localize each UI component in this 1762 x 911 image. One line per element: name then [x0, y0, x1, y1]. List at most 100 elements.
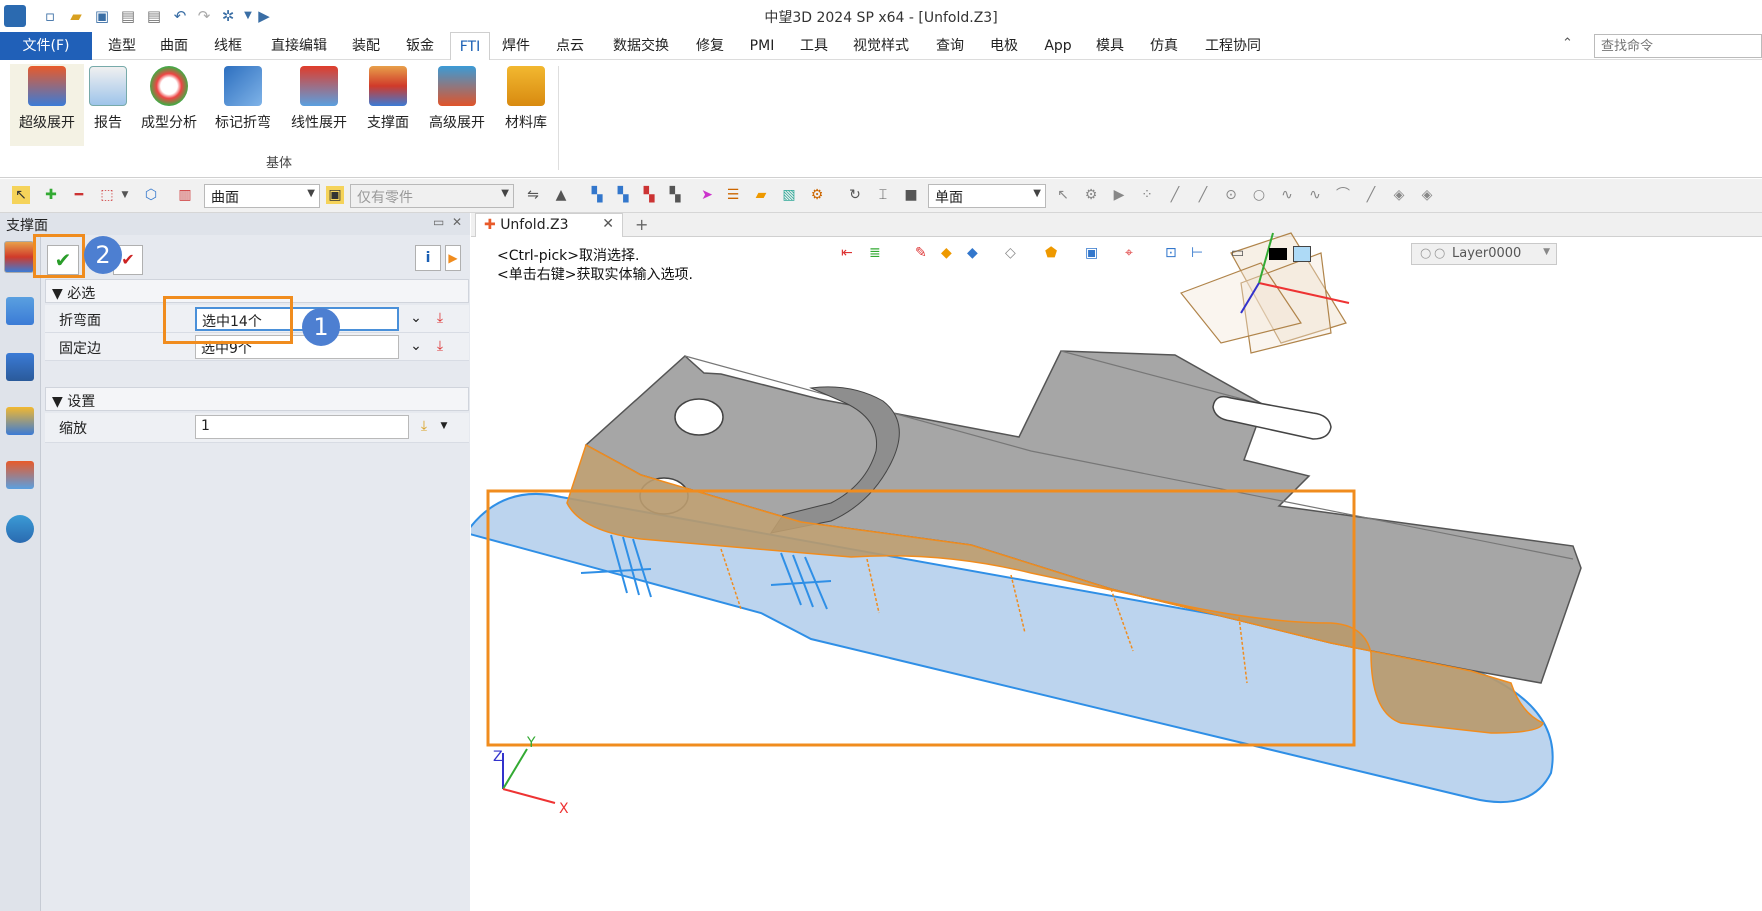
play-circle-icon[interactable]: ▶: [1110, 186, 1128, 204]
tab-direct-edit[interactable]: 直接编辑: [264, 32, 334, 60]
stop-icon[interactable]: ■: [902, 186, 920, 204]
scale-stepper[interactable]: 1: [195, 415, 409, 439]
point-circle-icon[interactable]: ⊙: [1222, 186, 1240, 204]
pick-filter-icon[interactable]: ⤓: [431, 309, 449, 327]
scope-select[interactable]: 仅有零件 ▼: [350, 184, 514, 208]
box-select-dropdown-icon[interactable]: ▼: [116, 186, 134, 204]
line-icon[interactable]: ╱: [1166, 186, 1184, 204]
settings-section-header[interactable]: ▼ 设置: [45, 387, 469, 411]
arc-icon[interactable]: ⌒: [1334, 186, 1352, 204]
part-view-icon[interactable]: [6, 407, 34, 435]
curve-icon[interactable]: ∿: [1278, 186, 1296, 204]
assembly-tree-icon[interactable]: [6, 353, 34, 381]
collapse-ribbon-icon[interactable]: ⌃: [1562, 36, 1573, 51]
minimize-icon[interactable]: ▭: [433, 215, 444, 229]
tab-fti[interactable]: FTI: [450, 32, 490, 60]
double-chevron-down-icon[interactable]: ⌄: [407, 309, 425, 327]
pen-icon[interactable]: ╱: [1362, 186, 1380, 204]
display-icon[interactable]: ▭: [1231, 245, 1244, 261]
filter-icon[interactable]: ▥: [176, 186, 194, 204]
select-pointer-icon[interactable]: ↖: [12, 186, 30, 204]
tab-simulation[interactable]: 仿真: [1144, 32, 1184, 60]
material-library-button[interactable]: 材料库: [500, 64, 552, 146]
explode-icon[interactable]: ⬟: [1045, 245, 1057, 261]
wire-cube-icon[interactable]: ◇: [1005, 245, 1016, 261]
tab-pmi[interactable]: PMI: [742, 32, 782, 60]
settings-icon[interactable]: ⚙: [808, 186, 826, 204]
file-menu[interactable]: 文件(F): [0, 32, 92, 60]
box-select-icon[interactable]: ⬚: [98, 186, 116, 204]
view-mode-select[interactable]: 单面 ▼: [928, 184, 1046, 208]
command-search-input[interactable]: [1594, 34, 1762, 58]
back-icon[interactable]: ⇤: [841, 245, 853, 261]
tab-assembly[interactable]: 装配: [346, 32, 386, 60]
render-icon[interactable]: ▣: [1085, 245, 1098, 261]
layer-select[interactable]: ○ ○ Layer0000 ▼: [1411, 243, 1557, 265]
layers-icon[interactable]: ≣: [869, 245, 881, 261]
tab-visual-style[interactable]: 视觉样式: [846, 32, 916, 60]
cursor-icon[interactable]: ↖: [1054, 186, 1072, 204]
report-button[interactable]: 报告: [86, 64, 130, 146]
info-button[interactable]: i: [415, 245, 441, 271]
select-tool-2-icon[interactable]: ▚: [614, 186, 632, 204]
lock-icon[interactable]: ▲: [552, 186, 570, 204]
close-icon[interactable]: ✕: [452, 215, 462, 229]
mark-bend-button[interactable]: 标记折弯: [210, 64, 276, 146]
face-color-swatch[interactable]: [1293, 246, 1311, 262]
chevron-down-icon[interactable]: ▼: [435, 417, 453, 435]
picture-icon[interactable]: [6, 461, 34, 489]
image-icon[interactable]: ▧: [780, 186, 798, 204]
variable-icon[interactable]: ⤓: [415, 417, 433, 435]
rotate-icon[interactable]: ↻: [846, 186, 864, 204]
segment-icon[interactable]: ╱: [1194, 186, 1212, 204]
pick-filter-icon[interactable]: ⤓: [431, 337, 449, 355]
advanced-unfold-button[interactable]: 高级展开: [424, 64, 490, 146]
fit-icon[interactable]: ⌶: [874, 186, 892, 204]
tab-electrode[interactable]: 电极: [984, 32, 1024, 60]
zoom-fit-icon[interactable]: ⊡: [1165, 245, 1177, 261]
pencil-icon[interactable]: ✎: [915, 245, 927, 261]
lasso-icon[interactable]: ⬡: [142, 186, 160, 204]
tab-repair[interactable]: 修复: [690, 32, 730, 60]
user-icon[interactable]: [6, 515, 34, 543]
part-scope-icon[interactable]: ▣: [326, 186, 344, 204]
add-icon[interactable]: ✚: [42, 186, 60, 204]
remove-icon[interactable]: ━: [70, 186, 88, 204]
3d-viewport[interactable]: Z Y X: [471, 213, 1762, 911]
solid-cube-icon[interactable]: ◆: [967, 245, 978, 261]
expand-panel-icon[interactable]: ▶: [445, 245, 461, 271]
select-tool-1-icon[interactable]: ▚: [588, 186, 606, 204]
linear-unfold-button[interactable]: 线性展开: [286, 64, 352, 146]
pick-icon[interactable]: ➤: [698, 186, 716, 204]
history-tree-icon[interactable]: [6, 297, 34, 325]
shaded-cube-icon[interactable]: ◆: [941, 245, 952, 261]
layer-stack-2-icon[interactable]: ◈: [1418, 186, 1436, 204]
tab-query[interactable]: 查询: [930, 32, 970, 60]
tab-surface[interactable]: 曲面: [154, 32, 194, 60]
support-face-tab-icon[interactable]: [4, 241, 34, 273]
support-face-button[interactable]: 支撑面: [362, 64, 414, 146]
target-icon[interactable]: ⌖: [1125, 245, 1133, 261]
snap-icon[interactable]: ⇋: [524, 186, 542, 204]
tab-collaboration[interactable]: 工程协同: [1198, 32, 1268, 60]
tab-weldment[interactable]: 焊件: [496, 32, 536, 60]
forming-analysis-button[interactable]: 成型分析: [136, 64, 202, 146]
tab-app[interactable]: App: [1038, 32, 1078, 60]
circle-icon[interactable]: ○: [1250, 186, 1268, 204]
folder-icon[interactable]: ▰: [752, 186, 770, 204]
spline-icon[interactable]: ∿: [1306, 186, 1324, 204]
list-icon[interactable]: ☰: [724, 186, 742, 204]
measure-icon[interactable]: ⊢: [1191, 245, 1203, 261]
gear-select-icon[interactable]: ⚙: [1082, 186, 1100, 204]
filter-select[interactable]: 曲面 ▼: [204, 184, 320, 208]
tab-tools[interactable]: 工具: [794, 32, 834, 60]
tab-sheet-metal[interactable]: 钣金: [400, 32, 440, 60]
points-icon[interactable]: ⁘: [1138, 186, 1156, 204]
tab-point-cloud[interactable]: 点云: [550, 32, 590, 60]
select-tool-4-icon[interactable]: ▚: [666, 186, 684, 204]
layer-stack-icon[interactable]: ◈: [1390, 186, 1408, 204]
double-chevron-down-icon[interactable]: ⌄: [407, 337, 425, 355]
select-tool-3-icon[interactable]: ▚: [640, 186, 658, 204]
super-unfold-button[interactable]: 超级展开: [10, 64, 84, 146]
tab-data-exchange[interactable]: 数据交换: [606, 32, 676, 60]
